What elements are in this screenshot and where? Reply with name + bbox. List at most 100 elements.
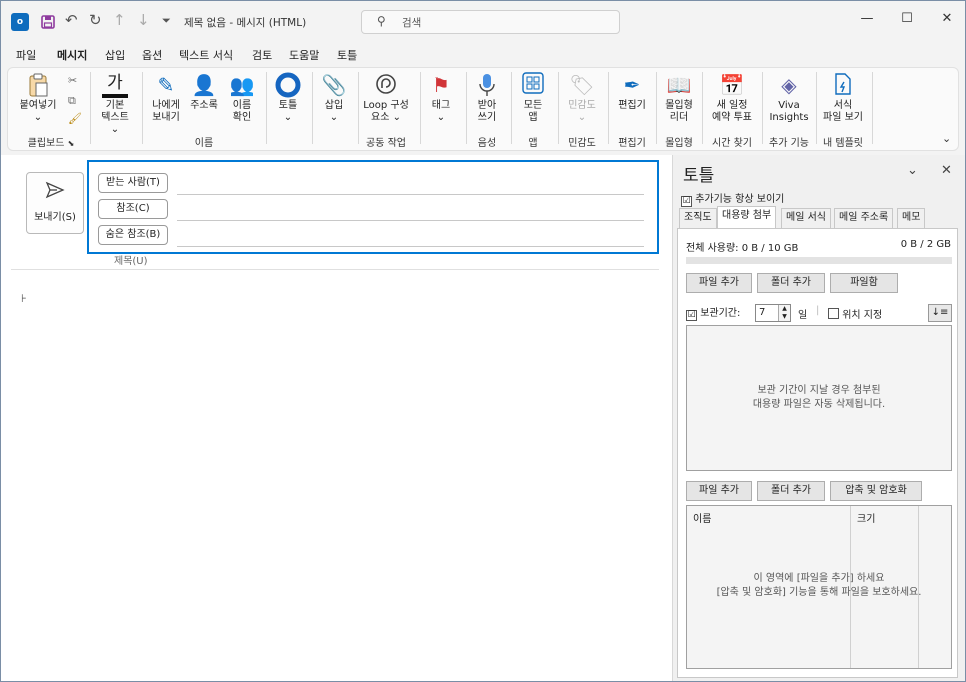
send-button[interactable]: 보내기(S) (26, 172, 84, 234)
microphone-icon (470, 72, 504, 98)
retention-checkbox[interactable]: ☑ (686, 310, 697, 321)
new-meeting-label-2: 예약 투표 (712, 112, 752, 123)
separator (511, 72, 512, 144)
tab-review[interactable]: 검토 (252, 47, 272, 63)
search-input[interactable]: ⚲ 검색 (361, 10, 620, 34)
spinner-arrows-icon[interactable]: ▲ ▼ (778, 305, 790, 321)
collapse-ribbon-icon[interactable]: ⌄ (942, 132, 951, 145)
ribbon-area: 붙여넣기 ⌄ ✂ ⧉ 🖌 가 기본 텍스트 ⌄ 클립보드 ⬊ ✎ 나에게 보내기 (1, 65, 965, 155)
paste-button[interactable]: 붙여넣기 ⌄ (16, 72, 60, 124)
tag-button[interactable]: ⚑ 태그 ⌄ (424, 72, 458, 124)
location-checkbox[interactable] (828, 308, 839, 319)
dialog-launcher-icon[interactable]: ⬊ (68, 139, 75, 148)
template-label-2: 파일 보기 (823, 112, 863, 123)
add-folder-button-2[interactable]: 폴더 추가 (757, 481, 825, 501)
basic-text-label-2: 텍스트 ⌄ (101, 112, 129, 135)
up-arrow-icon[interactable]: ↑ (113, 11, 126, 29)
view-templates-button[interactable]: 서식 파일 보기 (818, 72, 868, 124)
undo-icon[interactable]: ↶ (65, 11, 78, 29)
tab-message[interactable]: 메시지 (57, 47, 88, 68)
to-button[interactable]: 받는 사람(T) (98, 173, 168, 193)
font-icon: 가 (102, 72, 128, 98)
tab-insert[interactable]: 삽입 (105, 47, 125, 63)
tab-help[interactable]: 도움말 (289, 47, 319, 63)
tag-dropdown-icon: ⌄ (436, 112, 446, 123)
tab-org-chart[interactable]: 조직도 (679, 208, 717, 228)
cc-button[interactable]: 참조(C) (98, 199, 168, 219)
tab-file[interactable]: 파일 (16, 47, 36, 63)
panel-options-icon[interactable]: ⌄ (907, 163, 918, 178)
save-icon[interactable] (39, 13, 57, 31)
all-apps-label-2: 앱 (528, 112, 538, 123)
set-location-option[interactable]: 위치 지정 (828, 306, 882, 321)
sensitivity-button[interactable]: 🏷 민감도 ⌄ (562, 72, 602, 124)
loop-component-button[interactable]: Loop 구성 요소 ⌄ (360, 72, 412, 124)
usage-limit: 0 B / 2 GB (900, 239, 951, 250)
address-book-label: 주소록 (190, 100, 218, 111)
redo-icon[interactable]: ↻ (89, 11, 102, 29)
add-file-button[interactable]: 파일 추가 (686, 273, 752, 293)
viva-insights-button[interactable]: ◈ Viva Insights (764, 72, 814, 124)
apps-grid-icon (516, 72, 550, 98)
always-show-addin[interactable]: ☑ 추가기능 항상 보이기 (681, 190, 784, 207)
file-box-button[interactable]: 파일함 (830, 273, 898, 293)
sensitivity-label: 민감도 (568, 100, 596, 111)
bcc-field[interactable] (177, 246, 644, 247)
bcc-button[interactable]: 숨은 참조(B) (98, 225, 168, 245)
editor-pen-icon: ✒ (623, 73, 641, 97)
cc-field[interactable] (177, 220, 644, 221)
column-name[interactable]: 이름 (693, 510, 711, 525)
subject-field[interactable] (11, 269, 659, 270)
dictate-label-1: 받아 (477, 100, 497, 111)
send-to-me-icon: ✎ (157, 73, 175, 97)
location-label: 위치 지정 (842, 310, 883, 321)
maximize-button[interactable]: ☐ (892, 11, 922, 26)
tab-large-attachment[interactable]: 대용량 첨부 (717, 206, 777, 229)
group-collab-label: 공동 작업 (366, 138, 406, 149)
dictate-button[interactable]: 받아 쓰기 (470, 72, 504, 124)
group-editor-label: 편집기 (618, 138, 646, 149)
add-file-button-2[interactable]: 파일 추가 (686, 481, 752, 501)
compress-encrypt-button[interactable]: 압축 및 암호화 (830, 481, 922, 501)
tab-memo[interactable]: 메모 (897, 208, 926, 228)
copy-icon[interactable]: ⧉ (68, 94, 76, 108)
customize-quick-access-icon[interactable]: ⏷ (162, 14, 171, 28)
column-size[interactable]: 크기 (857, 510, 875, 525)
panel-close-icon[interactable]: ✕ (941, 163, 952, 178)
totle-button[interactable]: 토틀 ⌄ (270, 72, 306, 124)
separator (762, 72, 763, 144)
attach-button[interactable]: 📎 삽입 ⌄ (316, 72, 352, 124)
check-names-button[interactable]: 👥 이름 확인 (224, 72, 260, 124)
down-arrow-icon[interactable]: ↓ (137, 11, 150, 29)
address-book-button[interactable]: 👤 주소록 (186, 72, 222, 112)
retention-days-input[interactable]: 7 ▲ ▼ (755, 304, 791, 322)
tab-totle[interactable]: 토틀 (337, 47, 357, 63)
all-apps-button[interactable]: 모든 앱 (516, 72, 550, 124)
file-drop-area[interactable]: 이름 크기 이 영역에 [파일을 추가] 하세요 [압축 및 암호화] 기능을 … (686, 505, 952, 669)
attachment-list-box[interactable]: 보관 기간이 지날 경우 첨부된 대용량 파일은 자동 삭제됩니다. (686, 325, 952, 471)
group-addins-label: 추가 기능 (769, 138, 809, 149)
send-to-me-button[interactable]: ✎ 나에게 보내기 (148, 72, 184, 124)
format-painter-icon[interactable]: 🖌 (68, 112, 82, 125)
tab-mail-address-book[interactable]: 메일 주소록 (834, 208, 894, 228)
to-field[interactable] (177, 194, 644, 195)
retention-label: 보관기간: (700, 308, 741, 319)
check-names-label-2: 확인 (232, 112, 252, 123)
close-button[interactable]: ✕ (932, 11, 962, 26)
immersive-reader-button[interactable]: 📖 몰입형 리더 (660, 72, 698, 124)
pin-checkbox[interactable]: ☑ (681, 196, 692, 207)
minimize-button[interactable]: — (852, 11, 882, 26)
check-names-icon: 👥 (229, 73, 255, 97)
sort-icon[interactable]: ↓≡ (928, 304, 952, 322)
tab-options[interactable]: 옵션 (142, 47, 162, 63)
dictate-label-2: 쓰기 (477, 112, 497, 123)
add-folder-button[interactable]: 폴더 추가 (757, 273, 825, 293)
tab-format-text[interactable]: 텍스트 서식 (179, 47, 233, 63)
retention-row: ☑ 보관기간: 7 ▲ ▼ 일 | 위치 지정 ↓≡ (686, 304, 952, 324)
cut-icon[interactable]: ✂ (68, 74, 77, 87)
editor-button[interactable]: ✒ 편집기 (612, 72, 652, 112)
basic-text-button[interactable]: 가 기본 텍스트 ⌄ (96, 72, 134, 136)
separator (702, 72, 703, 144)
tab-mail-template[interactable]: 메일 서식 (781, 208, 831, 228)
new-meeting-poll-button[interactable]: 📅 새 일정 예약 투표 (706, 72, 758, 124)
